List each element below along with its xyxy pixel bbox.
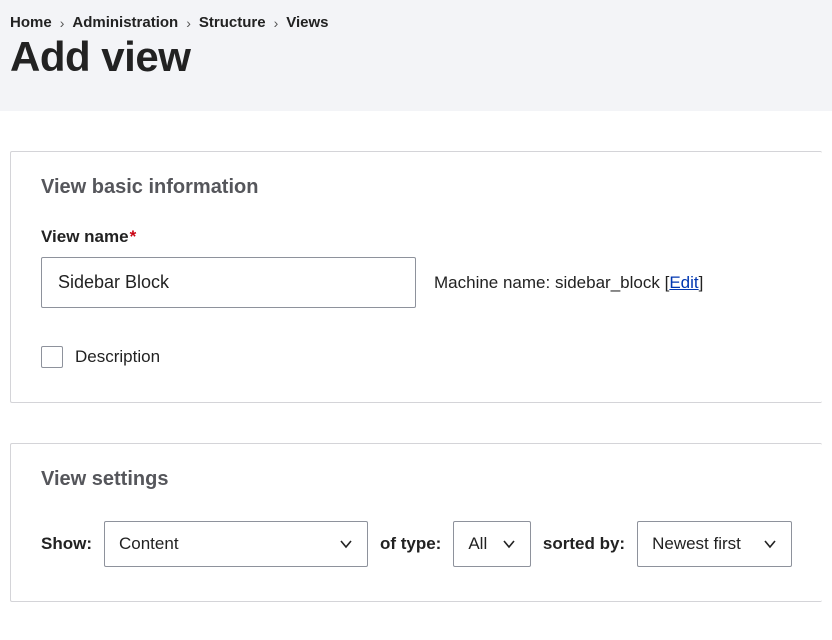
chevron-right-icon: ›: [274, 15, 279, 31]
page-title: Add view: [10, 33, 822, 81]
description-label: Description: [75, 347, 160, 367]
view-name-input[interactable]: [41, 257, 416, 308]
chevron-down-icon: [502, 537, 516, 551]
fieldset-view-settings: View settings Show: Content of type: All…: [10, 443, 822, 602]
machine-name-edit-link[interactable]: Edit: [669, 273, 698, 292]
machine-name-prefix: Machine name:: [434, 273, 555, 292]
breadcrumb-views[interactable]: Views: [286, 14, 328, 31]
show-select[interactable]: Content: [104, 521, 368, 567]
machine-name-value: sidebar_block: [555, 273, 660, 292]
view-name-label: View name*: [41, 227, 136, 247]
of-type-select-value: All: [468, 534, 487, 554]
breadcrumb-administration[interactable]: Administration: [72, 14, 178, 31]
chevron-down-icon: [339, 537, 353, 551]
of-type-label: of type:: [380, 534, 441, 554]
show-select-value: Content: [119, 534, 179, 554]
machine-name-display: Machine name: sidebar_block [Edit]: [434, 273, 703, 293]
machine-name-bracket: ]: [699, 273, 704, 292]
view-name-label-text: View name: [41, 227, 129, 246]
sorted-by-select[interactable]: Newest first: [637, 521, 792, 567]
legend-view-settings: View settings: [41, 468, 792, 491]
chevron-right-icon: ›: [60, 15, 65, 31]
sorted-by-select-value: Newest first: [652, 534, 741, 554]
chevron-down-icon: [763, 537, 777, 551]
description-checkbox[interactable]: [41, 346, 63, 368]
breadcrumb-home[interactable]: Home: [10, 14, 52, 31]
breadcrumb-structure[interactable]: Structure: [199, 14, 266, 31]
of-type-select[interactable]: All: [453, 521, 531, 567]
legend-basic-information: View basic information: [41, 176, 792, 199]
required-marker-icon: *: [130, 227, 137, 246]
breadcrumb: Home › Administration › Structure › View…: [10, 10, 822, 31]
sorted-by-label: sorted by:: [543, 534, 625, 554]
fieldset-basic-information: View basic information View name* Machin…: [10, 151, 822, 403]
show-label: Show:: [41, 534, 92, 554]
chevron-right-icon: ›: [186, 15, 191, 31]
